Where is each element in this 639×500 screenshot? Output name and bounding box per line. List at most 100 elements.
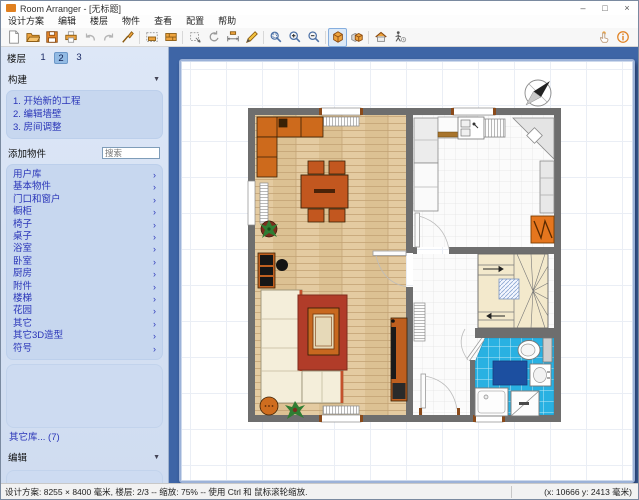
- category-item[interactable]: 用户库›: [13, 169, 156, 181]
- shower-tray[interactable]: [475, 388, 508, 416]
- chevron-right-icon: ›: [153, 281, 156, 293]
- category-item[interactable]: 椅子›: [13, 219, 156, 231]
- category-label: 椅子: [13, 219, 32, 231]
- collapse-caret-icon[interactable]: ▼: [153, 76, 160, 83]
- menu-item[interactable]: 查看: [147, 15, 179, 28]
- toolbar: [1, 28, 638, 47]
- edit-walls-icon[interactable]: [142, 28, 161, 47]
- category-label: 其它3D造型: [13, 330, 63, 342]
- transform-icon[interactable]: [185, 28, 204, 47]
- menu-item[interactable]: 配置: [179, 15, 211, 28]
- menu-item[interactable]: 设计方案: [1, 15, 51, 28]
- build-step-link[interactable]: 1. 开始新的工程: [13, 95, 156, 108]
- save-icon[interactable]: [42, 28, 61, 47]
- washbasin[interactable]: [530, 364, 551, 386]
- build-header[interactable]: 构建 ▼: [1, 67, 168, 88]
- close-button[interactable]: ×: [616, 2, 638, 14]
- drainer[interactable]: [484, 119, 505, 137]
- category-item[interactable]: 桌子›: [13, 231, 156, 243]
- view-3d-icon[interactable]: [328, 28, 347, 47]
- round-table[interactable]: [276, 259, 288, 271]
- plan-page[interactable]: [179, 59, 635, 483]
- sidebar: 楼层 123 构建 ▼ 1. 开始新的工程2. 编辑墙壁3. 房间调整 添加物件…: [1, 47, 169, 485]
- coffee-table[interactable]: [308, 308, 339, 355]
- tv-cabinet[interactable]: [391, 318, 407, 401]
- category-item[interactable]: 橱柜›: [13, 206, 156, 218]
- category-item[interactable]: 其它3D造型 ›: [13, 330, 156, 342]
- washing-machine[interactable]: [511, 391, 539, 416]
- home-3d-icon[interactable]: [371, 28, 390, 47]
- undo-icon[interactable]: [80, 28, 99, 47]
- category-item[interactable]: 其它›: [13, 318, 156, 330]
- category-item[interactable]: 浴室›: [13, 243, 156, 255]
- zoom-selection-icon[interactable]: [266, 28, 285, 47]
- dining-table[interactable]: [301, 175, 348, 208]
- wall-pattern-icon[interactable]: [161, 28, 180, 47]
- menu-item[interactable]: 编辑: [51, 15, 83, 28]
- bath-rug[interactable]: [493, 361, 527, 385]
- compass-icon[interactable]: [525, 80, 551, 106]
- objects-3d-icon[interactable]: [347, 28, 366, 47]
- floor-tab-1[interactable]: 1: [36, 52, 50, 64]
- staircase[interactable]: [478, 254, 548, 328]
- new-icon[interactable]: [4, 28, 23, 47]
- walk-through-icon[interactable]: [390, 28, 409, 47]
- chevron-right-icon: ›: [153, 194, 156, 206]
- category-label: 门口和窗户: [13, 194, 61, 206]
- chevron-right-icon: ›: [153, 181, 156, 193]
- app-logo-icon: [6, 4, 16, 12]
- zoom-in-icon[interactable]: [285, 28, 304, 47]
- maximize-button[interactable]: □: [594, 2, 616, 14]
- menu-item[interactable]: 楼层: [83, 15, 115, 28]
- open-icon[interactable]: [23, 28, 42, 47]
- build-header-label: 构建: [8, 72, 27, 86]
- floors-row: 楼层 123: [1, 47, 168, 67]
- drawing-canvas[interactable]: [169, 47, 639, 485]
- zoom-out-icon[interactable]: [304, 28, 323, 47]
- build-step-link[interactable]: 3. 房间调整: [13, 121, 156, 134]
- print-icon[interactable]: [61, 28, 80, 47]
- paint-brush-icon[interactable]: [118, 28, 137, 47]
- menu-item[interactable]: 帮助: [211, 15, 243, 28]
- draw-icon[interactable]: [242, 28, 261, 47]
- minimize-button[interactable]: –: [572, 2, 594, 14]
- status-plan-info: 设计方案: 8255 × 8400 毫米, 楼层: 2/3 -- 缩放: 75%…: [1, 486, 511, 498]
- toilet[interactable]: [518, 338, 552, 362]
- floors-label: 楼层: [7, 51, 26, 65]
- chevron-right-icon: ›: [153, 343, 156, 355]
- rotate-icon[interactable]: [204, 28, 223, 47]
- more-libraries-link[interactable]: 其它库... (7): [1, 428, 168, 445]
- category-item[interactable]: 楼梯›: [13, 293, 156, 305]
- chevron-right-icon: ›: [153, 330, 156, 342]
- status-bar: 设计方案: 8255 × 8400 毫米, 楼层: 2/3 -- 缩放: 75%…: [1, 483, 638, 499]
- build-step-link[interactable]: 2. 编辑墙壁: [13, 108, 156, 121]
- oven[interactable]: [531, 216, 554, 243]
- tall-cabinets[interactable]: [414, 118, 438, 211]
- pointer-icon[interactable]: [594, 28, 613, 47]
- dimensions-icon[interactable]: [223, 28, 242, 47]
- redo-icon[interactable]: [99, 28, 118, 47]
- sink-unit[interactable]: [458, 117, 484, 139]
- floor-tab-2[interactable]: 2: [54, 52, 68, 64]
- category-item[interactable]: 符号›: [13, 343, 156, 355]
- edit-header[interactable]: 编辑 ▼: [1, 445, 168, 466]
- category-item[interactable]: 厨房›: [13, 268, 156, 280]
- category-item[interactable]: 附件 ›: [13, 281, 156, 293]
- collapse-caret-icon[interactable]: ▼: [153, 454, 160, 461]
- side-table[interactable]: [260, 397, 278, 415]
- floor-tab-3[interactable]: 3: [72, 52, 86, 64]
- category-item[interactable]: 花园›: [13, 305, 156, 317]
- right-wall-cabinets[interactable]: [540, 161, 554, 213]
- menu-item[interactable]: 物件: [115, 15, 147, 28]
- category-item[interactable]: 门口和窗户 ›: [13, 194, 156, 206]
- category-item[interactable]: 卧室 ›: [13, 256, 156, 268]
- search-input[interactable]: [102, 147, 160, 159]
- category-label: 附件: [13, 281, 32, 293]
- category-label: 橱柜: [13, 206, 32, 218]
- about-icon[interactable]: [613, 28, 632, 47]
- wall-shelf[interactable]: [258, 253, 275, 288]
- edit-header-label: 编辑: [8, 450, 27, 464]
- category-item[interactable]: 基本物件›: [13, 181, 156, 193]
- category-label: 卧室: [13, 256, 32, 268]
- chevron-right-icon: ›: [153, 256, 156, 268]
